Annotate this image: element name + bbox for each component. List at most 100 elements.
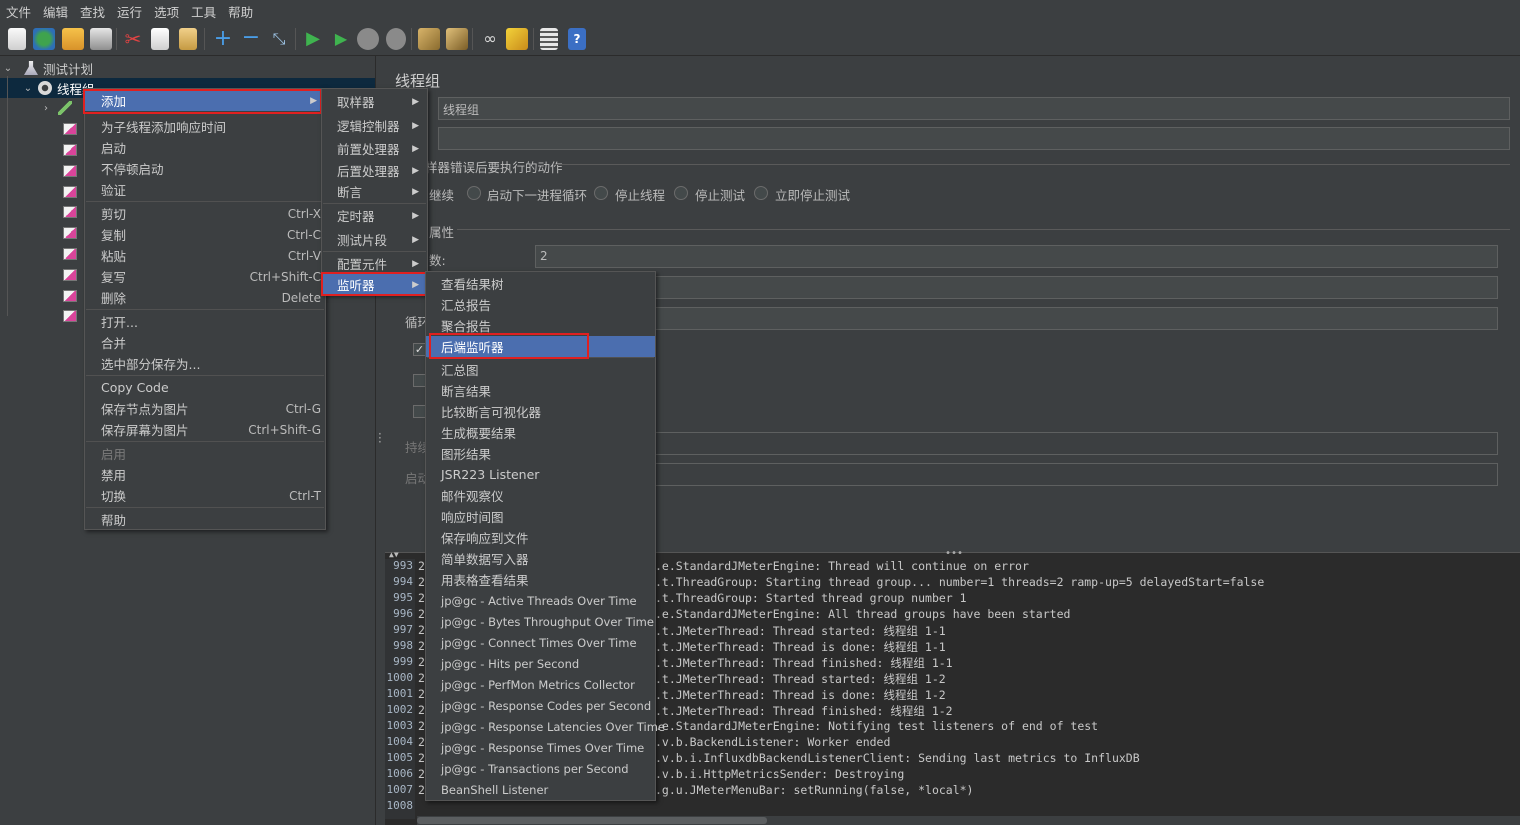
listener-submenu-item[interactable]: jp@gc - Bytes Throughput Over Time: [426, 611, 655, 632]
add-submenu-item[interactable]: 测试片段 ▶: [322, 229, 427, 250]
listener-submenu-item[interactable]: jp@gc - Response Codes per Second: [426, 695, 655, 716]
stop-icon[interactable]: [357, 28, 379, 50]
templates-icon[interactable]: [33, 28, 55, 50]
listener-submenu-item[interactable]: 简单数据写入器: [426, 548, 655, 569]
shutdown-icon[interactable]: [386, 28, 406, 50]
open-icon[interactable]: [62, 28, 84, 50]
start-no-pause-icon[interactable]: ▶: [330, 28, 352, 50]
splitter-handle[interactable]: · · ·: [378, 428, 382, 448]
listener-submenu-item[interactable]: 响应时间图: [426, 506, 655, 527]
menu-item-toggle[interactable]: 切换 Ctrl-T: [85, 485, 325, 506]
listener-submenu-item[interactable]: 比较断言可视化器: [426, 401, 655, 422]
radio-stop-thread-label[interactable]: 停止线程: [615, 185, 665, 204]
chevron-right-icon[interactable]: ›: [40, 103, 52, 114]
menu-tools[interactable]: 工具: [185, 2, 222, 21]
menu-options[interactable]: 选项: [148, 2, 185, 21]
menu-item-add-think-time[interactable]: 为子线程添加响应时间: [85, 116, 325, 137]
paste-icon[interactable]: [179, 28, 197, 50]
function-helper-icon[interactable]: [540, 28, 558, 50]
clear-icon[interactable]: [418, 28, 440, 50]
listener-submenu-item[interactable]: BeanShell Listener: [426, 779, 655, 800]
listener-submenu-item[interactable]: jp@gc - Transactions per Second: [426, 758, 655, 779]
copy-icon[interactable]: [151, 28, 169, 50]
menu-item-cut[interactable]: 剪切 Ctrl-X: [85, 203, 325, 224]
loop-count-input[interactable]: [535, 307, 1498, 330]
radio-stop-test[interactable]: [674, 186, 688, 200]
reset-search-icon[interactable]: [506, 28, 528, 50]
menu-edit[interactable]: 编辑: [37, 2, 74, 21]
listener-submenu-item[interactable]: jp@gc - PerfMon Metrics Collector: [426, 674, 655, 695]
menu-item-overwrite[interactable]: 复写 Ctrl+Shift-C: [85, 266, 325, 287]
radio-continue-label[interactable]: 继续: [429, 185, 454, 204]
menu-item-delete[interactable]: 删除 Delete: [85, 287, 325, 308]
cut-icon[interactable]: ✂: [122, 28, 144, 50]
log-resize-handle[interactable]: •••: [945, 548, 963, 559]
radio-next-loop[interactable]: [467, 186, 481, 200]
add-submenu-item[interactable]: 前置处理器 ▶: [322, 138, 427, 159]
listener-submenu-item[interactable]: 断言结果: [426, 380, 655, 401]
chevron-down-icon[interactable]: ⌄: [2, 63, 14, 74]
listener-submenu-item[interactable]: jp@gc - Active Threads Over Time: [426, 590, 655, 611]
menu-item-validate[interactable]: 验证: [85, 179, 325, 200]
name-field[interactable]: 线程组: [438, 97, 1510, 120]
listener-submenu-item[interactable]: jp@gc - Hits per Second: [426, 653, 655, 674]
save-icon[interactable]: [90, 28, 112, 50]
start-icon[interactable]: ▶: [302, 28, 324, 50]
menu-item-copy[interactable]: 复制 Ctrl-C: [85, 224, 325, 245]
clear-all-icon[interactable]: [446, 28, 468, 50]
radio-stop-now[interactable]: [754, 186, 768, 200]
add-submenu-item[interactable]: 配置元件 ▶: [322, 253, 427, 274]
comment-field[interactable]: [438, 127, 1510, 150]
duration-input[interactable]: [535, 432, 1498, 455]
menu-item-open[interactable]: 打开...: [85, 311, 325, 332]
search-icon[interactable]: ∞: [479, 28, 501, 50]
listener-submenu-item[interactable]: 汇总图: [426, 359, 655, 380]
menu-search[interactable]: 查找: [74, 2, 111, 21]
listener-submenu-item[interactable]: jp@gc - Connect Times Over Time: [426, 632, 655, 653]
listener-submenu-item[interactable]: 汇总报告: [426, 294, 655, 315]
startup-delay-input[interactable]: [535, 463, 1498, 486]
menu-item-save-selection[interactable]: 选中部分保存为...: [85, 353, 325, 374]
log-horizontal-scrollbar[interactable]: [417, 816, 1520, 825]
listener-submenu-item[interactable]: 保存响应到文件: [426, 527, 655, 548]
menu-item-paste[interactable]: 粘贴 Ctrl-V: [85, 245, 325, 266]
ramp-up-input[interactable]: [535, 276, 1498, 299]
help-icon[interactable]: ?: [568, 28, 586, 50]
menu-item-start[interactable]: 启动: [85, 137, 325, 158]
listener-submenu-item[interactable]: 用表格查看结果: [426, 569, 655, 590]
menu-file[interactable]: 文件: [0, 2, 37, 21]
chevron-down-icon[interactable]: ⌄: [22, 83, 34, 94]
toggle-icon[interactable]: ⤡: [268, 28, 290, 50]
radio-stop-test-label[interactable]: 停止测试: [695, 185, 745, 204]
listener-submenu-item[interactable]: jp@gc - Response Times Over Time: [426, 737, 655, 758]
menu-item-help[interactable]: 帮助: [85, 509, 325, 530]
listener-submenu-item[interactable]: JSR223 Listener: [426, 464, 655, 485]
radio-stop-thread[interactable]: [594, 186, 608, 200]
add-submenu-item[interactable]: 断言 ▶: [322, 181, 427, 202]
menu-item-merge[interactable]: 合并: [85, 332, 325, 353]
menu-item-save-node-image[interactable]: 保存节点为图片 Ctrl-G: [85, 398, 325, 419]
add-submenu-item[interactable]: 后置处理器 ▶: [322, 160, 427, 181]
log-collapse-arrows[interactable]: ▲▼: [389, 550, 399, 559]
tree-node-test-plan[interactable]: ⌄ 测试计划: [2, 58, 93, 78]
listener-submenu-item[interactable]: 查看结果树: [426, 273, 655, 294]
threads-input[interactable]: 2: [535, 245, 1498, 268]
scrollbar-thumb[interactable]: [417, 817, 767, 824]
radio-next-loop-label[interactable]: 启动下一进程循环: [487, 185, 587, 204]
add-submenu-item[interactable]: 取样器 ▶: [322, 91, 427, 112]
listener-submenu-item[interactable]: 邮件观察仪: [426, 485, 655, 506]
menu-help[interactable]: 帮助: [222, 2, 259, 21]
menu-item-copy-code[interactable]: Copy Code: [85, 377, 325, 398]
menu-item-disable[interactable]: 禁用: [85, 464, 325, 485]
listener-submenu-item[interactable]: jp@gc - Response Latencies Over Time: [426, 716, 665, 737]
listener-submenu-item[interactable]: 生成概要结果: [426, 422, 655, 443]
menu-run[interactable]: 运行: [111, 2, 148, 21]
add-submenu-item[interactable]: 逻辑控制器 ▶: [322, 115, 427, 136]
radio-stop-now-label[interactable]: 立即停止测试: [775, 185, 850, 204]
tree-node-child[interactable]: ›: [40, 98, 77, 118]
new-file-icon[interactable]: [8, 28, 26, 50]
listener-submenu-item[interactable]: 图形结果: [426, 443, 655, 464]
add-submenu-item[interactable]: 定时器 ▶: [322, 205, 427, 226]
menu-item-save-screen-image[interactable]: 保存屏幕为图片 Ctrl+Shift-G: [85, 419, 325, 440]
expand-icon[interactable]: +: [212, 28, 234, 50]
